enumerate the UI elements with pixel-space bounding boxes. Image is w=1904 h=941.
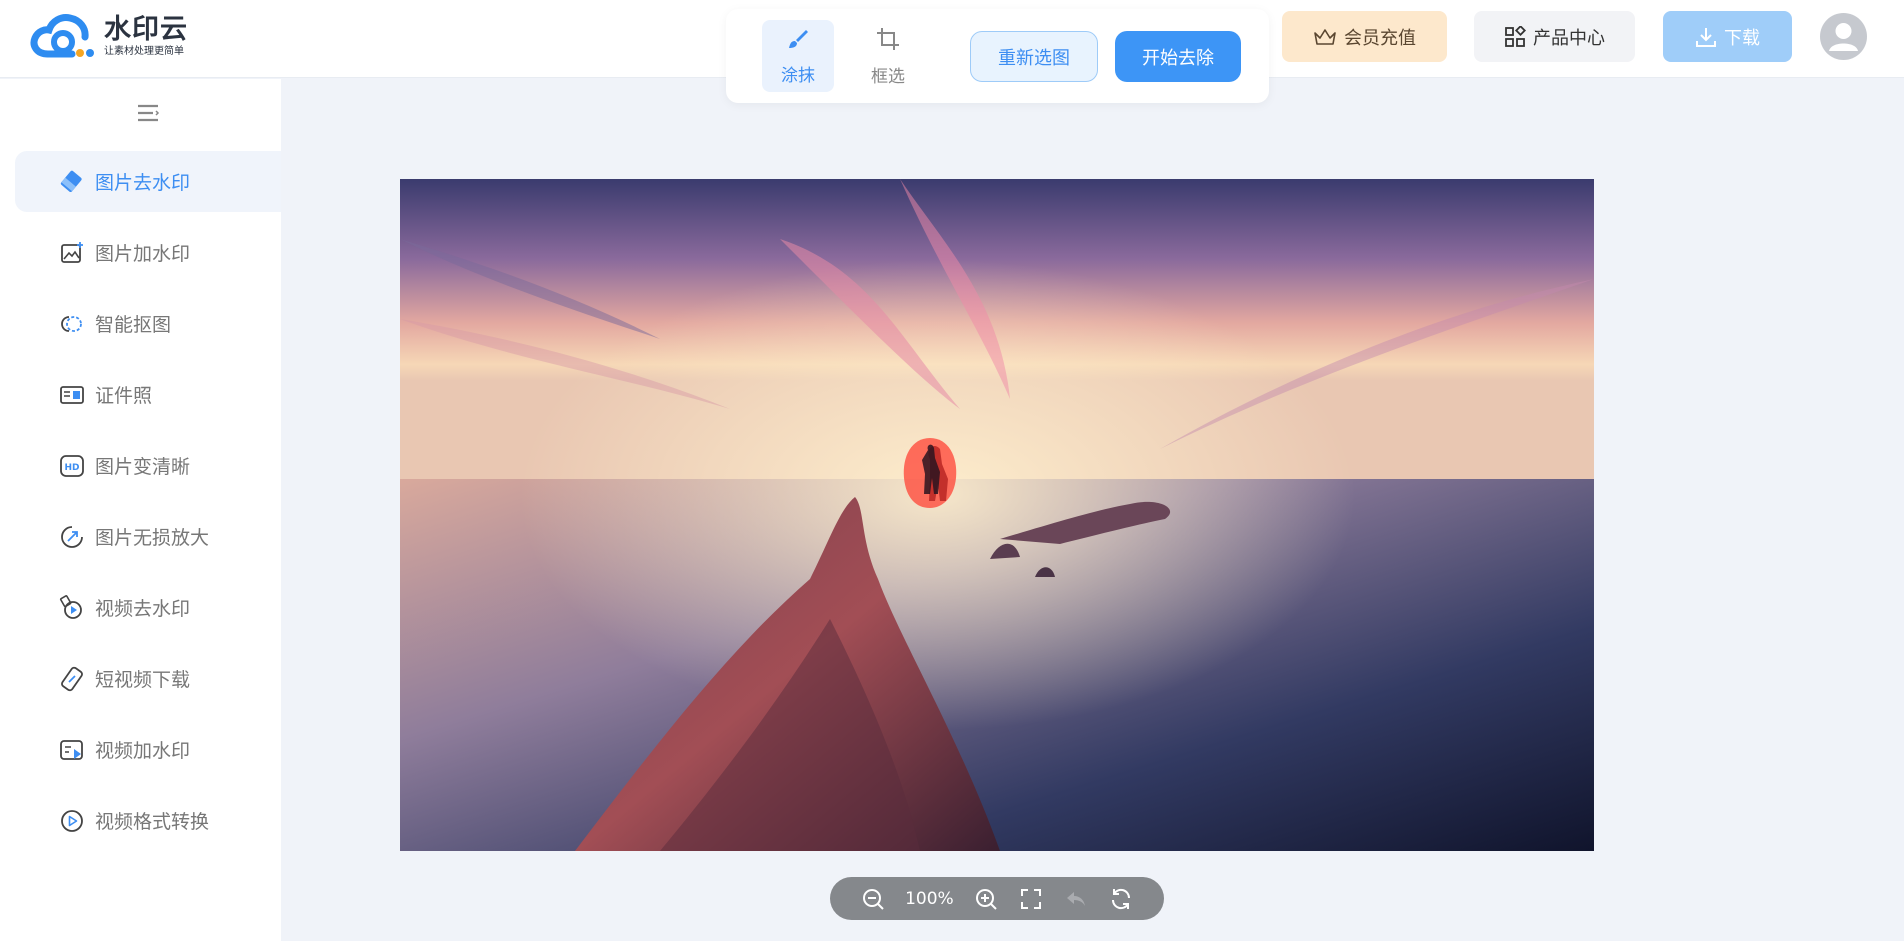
sidebar: 图片去水印 图片加水印 智能抠图 证件照 HD 图片变清晰 图片无损放大 视频去… [0,79,281,941]
sidebar-item-label: 视频去水印 [95,598,191,620]
download-button[interactable]: 下载 [1663,11,1792,62]
zoom-level: 100% [905,888,954,909]
sidebar-item-label: 视频格式转换 [95,811,210,833]
crop-icon [875,26,901,56]
tool-smear[interactable]: 涂抹 [762,20,834,92]
menu-collapse-icon[interactable] [136,101,160,125]
download-icon [1695,26,1717,48]
sidebar-item-label: 视频加水印 [95,740,191,762]
sidebar-item-label: 智能抠图 [95,314,172,336]
play-circle-icon [59,808,85,834]
cutout-icon [59,311,85,337]
video-eraser-icon [59,594,85,621]
sidebar-nav: 图片去水印 图片加水印 智能抠图 证件照 HD 图片变清晰 图片无损放大 视频去… [15,151,281,861]
product-center-label: 产品中心 [1533,27,1605,49]
logo[interactable]: 水印云 让素材处理更简单 [30,12,188,60]
edit-toolbar: 涂抹 框选 重新选图 开始去除 [726,9,1269,103]
brush-mask-overlay[interactable] [902,436,958,509]
id-card-icon [59,382,85,408]
image-add-icon [59,240,85,266]
image-canvas[interactable] [400,179,1594,851]
sidebar-item-video-format-convert[interactable]: 视频格式转换 [15,790,281,851]
sidebar-item-label: 图片去水印 [95,172,191,194]
sidebar-item-image-upscale[interactable]: 图片无损放大 [15,506,281,567]
reselect-image-button[interactable]: 重新选图 [970,31,1098,82]
tool-smear-label: 涂抹 [781,65,815,86]
vip-recharge-label: 会员充值 [1344,27,1416,49]
sidebar-item-video-watermark-remove[interactable]: 视频去水印 [15,577,281,638]
sidebar-item-image-enhance[interactable]: HD 图片变清晰 [15,435,281,496]
sidebar-item-short-video-download[interactable]: 短视频下载 [15,648,281,709]
crown-icon [1313,27,1337,47]
sidebar-item-label: 图片无损放大 [95,527,210,549]
download-label: 下载 [1724,27,1760,49]
top-header: 水印云 让素材处理更简单 涂抹 框选 重新选图 开始去除 会员充值 产品中心 下… [0,0,1904,103]
link-icon [59,666,85,692]
sidebar-item-smart-cutout[interactable]: 智能抠图 [15,293,281,354]
sidebar-item-label: 图片加水印 [95,243,191,265]
eraser-icon [59,169,85,195]
app-slogan: 让素材处理更简单 [104,45,184,57]
vip-recharge-button[interactable]: 会员充值 [1282,11,1447,62]
sidebar-item-label: 短视频下载 [95,669,191,691]
app-name: 水印云 [104,13,188,45]
user-avatar[interactable] [1820,13,1867,60]
video-add-icon [59,737,85,763]
tool-box-select[interactable]: 框选 [852,20,924,92]
brush-icon [786,27,810,55]
sidebar-item-id-photo[interactable]: 证件照 [15,364,281,425]
svg-text:HD: HD [64,463,79,473]
undo-icon[interactable] [1063,886,1089,912]
cloud-logo-icon [30,12,96,60]
landscape-photo [400,179,1594,851]
apps-grid-icon [1504,25,1526,48]
sidebar-item-video-watermark-add[interactable]: 视频加水印 [15,719,281,780]
sidebar-item-image-watermark-remove[interactable]: 图片去水印 [15,151,281,212]
enlarge-icon [59,524,85,550]
sidebar-item-label: 证件照 [95,385,153,407]
user-icon [1829,23,1858,51]
zoom-toolbar: 100% [830,877,1164,920]
sidebar-item-label: 图片变清晰 [95,456,191,478]
reset-icon[interactable] [1108,886,1134,912]
zoom-out-icon[interactable] [860,886,886,912]
zoom-in-icon[interactable] [973,886,999,912]
hd-icon: HD [59,453,85,479]
start-remove-button[interactable]: 开始去除 [1115,31,1241,82]
sidebar-item-image-watermark-add[interactable]: 图片加水印 [15,222,281,283]
product-center-button[interactable]: 产品中心 [1474,11,1635,62]
tool-box-select-label: 框选 [871,66,905,87]
fullscreen-icon[interactable] [1018,886,1044,912]
